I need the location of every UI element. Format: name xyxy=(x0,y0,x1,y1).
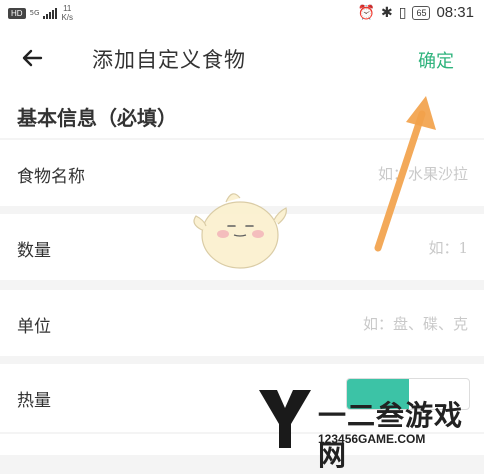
unit-input[interactable]: 如：盘、碟、克 xyxy=(363,313,468,334)
unit-label: 单位 xyxy=(17,317,51,337)
status-bar: HD 5G 11 K/s ⏰ ✱ ▯ 65 08:31 xyxy=(0,0,484,28)
confirm-button[interactable]: 确定 xyxy=(418,47,454,73)
quantity-label: 数量 xyxy=(17,241,51,261)
clock: 08:31 xyxy=(436,4,474,21)
unit-row[interactable]: 单位 如：盘、碟、克 xyxy=(0,290,484,356)
battery-icon: 65 xyxy=(412,5,431,20)
network-speed: 11 K/s xyxy=(61,4,73,22)
status-left: HD 5G 11 K/s xyxy=(8,4,73,22)
network-label: 5G xyxy=(29,8,40,17)
watermark-url: 123456GAME.COM xyxy=(318,432,426,446)
food-name-label: 食物名称 xyxy=(17,167,85,187)
annotation-arrow-icon xyxy=(374,96,436,252)
signal-icon xyxy=(43,7,58,19)
hd-badge: HD xyxy=(8,7,26,19)
speed-value: 11 xyxy=(63,4,72,13)
calories-label: 热量 xyxy=(17,391,51,411)
mascot-sticker-icon xyxy=(193,193,287,269)
vibrate-icon: ▯ xyxy=(398,4,407,21)
status-right: ⏰ ✱ ▯ 65 08:31 xyxy=(358,4,474,21)
page-title: 添加自定义食物 xyxy=(92,48,246,72)
back-arrow-icon[interactable] xyxy=(20,46,44,70)
section-title: 基本信息（必填） xyxy=(17,106,177,130)
app-header: 添加自定义食物 确定 xyxy=(0,28,484,94)
bluetooth-icon: ✱ xyxy=(380,4,393,21)
watermark-logo-icon xyxy=(259,390,311,448)
alarm-icon: ⏰ xyxy=(357,4,375,21)
speed-unit: K/s xyxy=(61,13,74,22)
